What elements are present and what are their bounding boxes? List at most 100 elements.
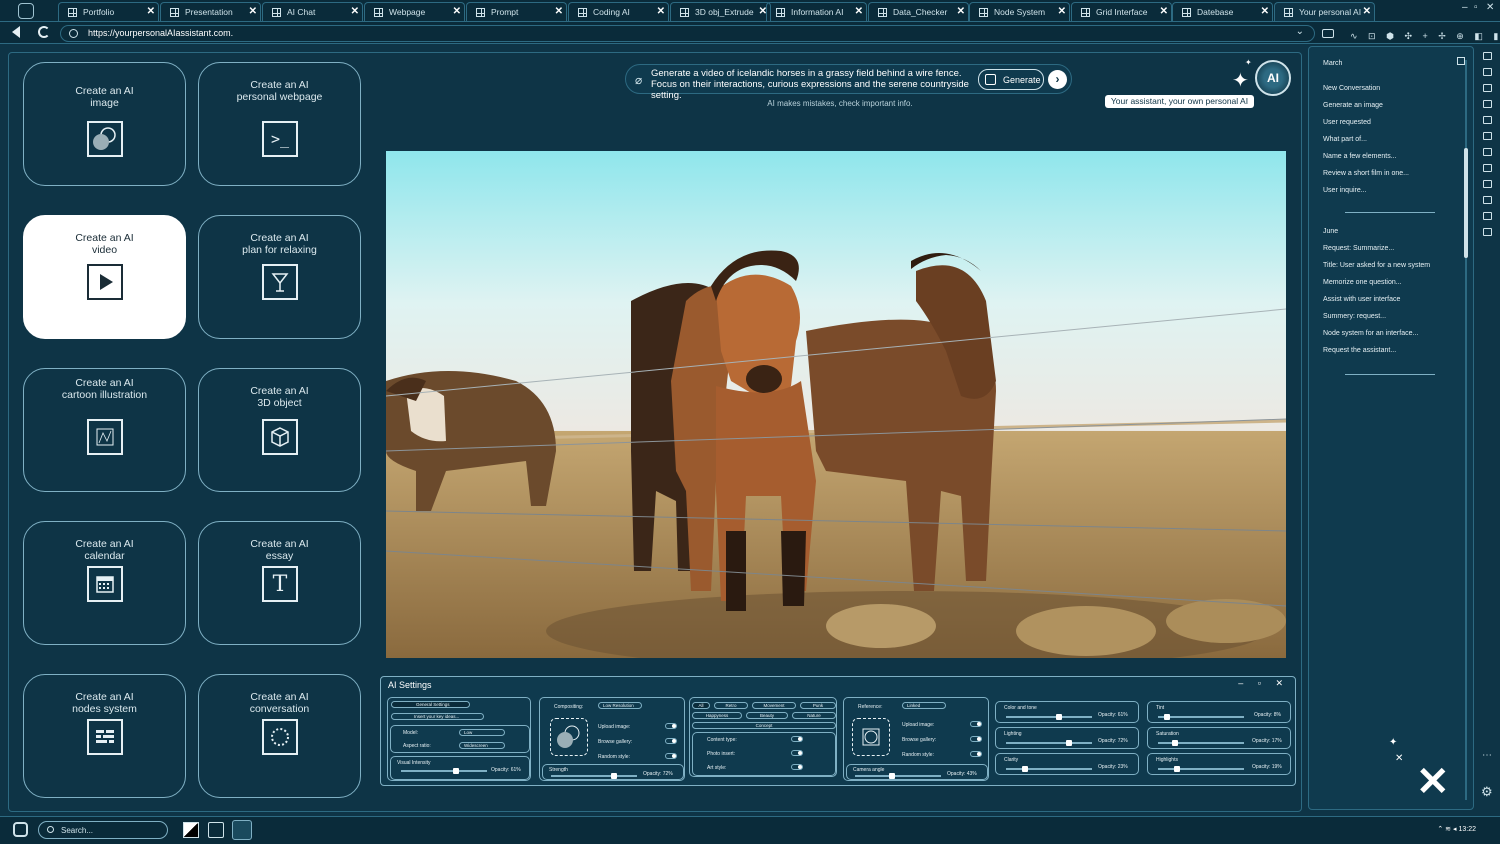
minimize-icon[interactable]: –: [1462, 2, 1468, 13]
close-icon[interactable]: ✕: [657, 6, 665, 17]
random-style-toggle[interactable]: [665, 753, 677, 759]
content-type-toggle[interactable]: [791, 736, 803, 742]
start-icon[interactable]: [13, 822, 28, 837]
aspect-ratio-select[interactable]: Widescreen: [459, 742, 505, 749]
history-item[interactable]: Request: Summarize...: [1323, 245, 1394, 252]
history-item[interactable]: Name a few elements...: [1323, 153, 1397, 160]
send-arrow-icon[interactable]: ›: [1048, 70, 1067, 89]
tag-nature[interactable]: Nature: [792, 712, 836, 719]
upload-image-toggle[interactable]: [665, 723, 677, 729]
chevron-down-icon[interactable]: ⌄: [1296, 26, 1304, 37]
history-item[interactable]: Assist with user interface: [1323, 296, 1400, 303]
history-item[interactable]: Request the assistant...: [1323, 347, 1396, 354]
tab-your-personal-ai[interactable]: Your personal AI ✕: [1274, 2, 1375, 21]
tool-icon[interactable]: [1483, 132, 1492, 140]
tag-punk[interactable]: Punk: [800, 702, 836, 709]
more-icon[interactable]: ⋯: [1482, 750, 1492, 761]
tab-datebase[interactable]: Datebase ✕: [1172, 2, 1273, 21]
visual-intensity-slider[interactable]: [401, 768, 487, 774]
card-ai-personal-webpage[interactable]: Create an AI personal webpage >_: [198, 62, 361, 186]
maximize-icon[interactable]: ▫: [1474, 2, 1478, 13]
saturation-slider[interactable]: [1158, 740, 1244, 746]
card-ai-image[interactable]: Create an AI image: [23, 62, 186, 186]
assistant-avatar[interactable]: AI: [1255, 60, 1291, 96]
tool-icon[interactable]: [1483, 68, 1492, 76]
close-icon[interactable]: ✕: [1160, 6, 1168, 17]
reference-select[interactable]: Linked: [902, 702, 946, 709]
tool-icon[interactable]: [1483, 148, 1492, 156]
camera-icon[interactable]: [1322, 29, 1334, 38]
generated-video-preview[interactable]: [386, 151, 1286, 658]
model-select[interactable]: Low: [459, 729, 505, 736]
close-icon[interactable]: ✕: [855, 6, 863, 17]
close-icon[interactable]: ✕: [555, 6, 563, 17]
tool-icon[interactable]: [1483, 180, 1492, 188]
card-ai-cartoon-illustration[interactable]: Create an AI cartoon illustration: [23, 368, 186, 492]
reference-upload-thumbnail[interactable]: [852, 718, 890, 756]
card-ai-video[interactable]: Create an AI video: [23, 215, 186, 339]
panel-controls[interactable]: – ▫ ✕: [1238, 678, 1289, 689]
tool-icon[interactable]: [1483, 196, 1492, 204]
tool-icon[interactable]: [1483, 212, 1492, 220]
tag-retro[interactable]: Retro: [714, 702, 748, 709]
close-icon[interactable]: ✕: [147, 6, 155, 17]
app-icon[interactable]: [183, 822, 199, 838]
tool-icon[interactable]: [1483, 100, 1492, 108]
ideas-search-input[interactable]: Insert your key ideas...: [391, 713, 484, 720]
card-ai-plan-relaxing[interactable]: Create an AI plan for relaxing: [198, 215, 361, 339]
highlights-slider[interactable]: [1158, 766, 1244, 772]
tab-prompt[interactable]: Prompt ✕: [466, 2, 567, 21]
system-tray[interactable]: ⌃ ≋ ◂ 13:22: [1437, 825, 1476, 833]
tag-movement[interactable]: Movement: [752, 702, 796, 709]
taskbar-search[interactable]: Search...: [38, 821, 168, 839]
scrollbar-thumb[interactable]: [1464, 148, 1468, 258]
tool-icon[interactable]: [1483, 164, 1492, 172]
tab-presentation[interactable]: Presentation ✕: [160, 2, 261, 21]
history-item[interactable]: User requested: [1323, 119, 1371, 126]
tool-icon[interactable]: [1483, 116, 1492, 124]
sidebar-scrollbar[interactable]: [1462, 60, 1470, 800]
history-item[interactable]: Memorize one question...: [1323, 279, 1402, 286]
clarity-slider[interactable]: [1006, 766, 1092, 772]
card-ai-essay[interactable]: Create an AI essay T: [198, 521, 361, 645]
strength-slider[interactable]: [551, 773, 637, 779]
close-icon[interactable]: ✕: [1058, 6, 1066, 17]
gear-icon[interactable]: ⚙: [1481, 784, 1493, 800]
close-icon[interactable]: ✕: [351, 6, 359, 17]
color-tone-slider[interactable]: [1006, 714, 1092, 720]
tab-information-ai[interactable]: Information AI ✕: [766, 2, 867, 21]
history-item[interactable]: Review a short film in one...: [1323, 170, 1409, 177]
history-item[interactable]: New Conversation: [1323, 85, 1380, 92]
tint-slider[interactable]: [1158, 714, 1244, 720]
card-ai-conversation[interactable]: Create an AI conversation: [198, 674, 361, 798]
close-icon[interactable]: ✕: [1261, 6, 1269, 17]
card-ai-calendar[interactable]: Create an AI calendar: [23, 521, 186, 645]
history-item[interactable]: Node system for an interface...: [1323, 330, 1418, 337]
reference-upload-toggle[interactable]: [970, 721, 982, 727]
url-text[interactable]: https://yourpersonalAIassistant.com.: [88, 28, 233, 38]
tag-all[interactable]: All: [692, 702, 710, 709]
generate-button[interactable]: Generate: [978, 69, 1044, 90]
tool-icon[interactable]: [1483, 228, 1492, 236]
tag-happyness[interactable]: Happyness: [692, 712, 742, 719]
tag-beauty[interactable]: Beauty: [746, 712, 788, 719]
card-ai-3d-object[interactable]: Create an AI 3D object: [198, 368, 361, 492]
toolbar-icons[interactable]: ∿ ⊡ ⬢ ✣ + ✢ ⊕ ◧ ▮ +: [1350, 27, 1500, 42]
compositing-upload-thumbnail[interactable]: [550, 718, 588, 756]
history-item[interactable]: Generate an image: [1323, 102, 1383, 109]
history-item[interactable]: What part of...: [1323, 136, 1367, 143]
tab-coding-ai[interactable]: Coding AI ✕: [568, 2, 669, 21]
reload-icon[interactable]: [38, 26, 50, 38]
close-icon[interactable]: ✕: [249, 6, 257, 17]
tool-icon[interactable]: [1483, 52, 1492, 60]
app-menu-icon[interactable]: [18, 3, 34, 19]
compositing-select[interactable]: Low Resolution: [598, 702, 642, 709]
photo-insert-toggle[interactable]: [791, 750, 803, 756]
tab-portfolio[interactable]: Portfolio ✕: [58, 2, 159, 21]
assistant-app-icon[interactable]: [232, 820, 252, 840]
prompt-input[interactable]: Generate a video of icelandic horses in …: [651, 68, 976, 101]
url-field[interactable]: https://yourpersonalAIassistant.com. ⌄: [60, 25, 1334, 42]
tool-icon[interactable]: [1483, 84, 1492, 92]
close-icon[interactable]: ✕: [453, 6, 461, 17]
reference-browse-toggle[interactable]: [970, 736, 982, 742]
